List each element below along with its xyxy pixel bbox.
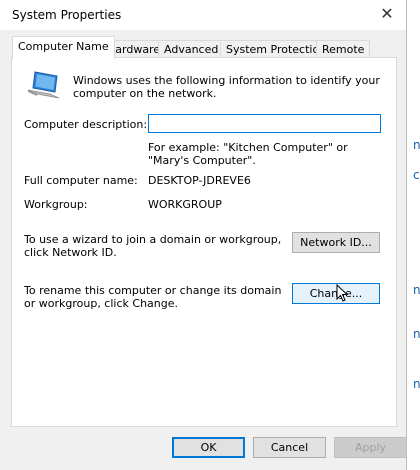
system-properties-window: System Properties ✕ Computer Name Hardwa… <box>0 0 407 470</box>
tab-label: Hardware <box>107 43 161 56</box>
tab-label: System Protection <box>226 43 327 56</box>
tab-computer-name[interactable]: Computer Name <box>12 36 115 59</box>
title-bar[interactable]: System Properties ✕ <box>0 0 406 30</box>
background-window-fragment: c <box>413 168 420 182</box>
tab-label: Advanced <box>164 43 219 56</box>
ok-button[interactable]: OK <box>172 437 245 458</box>
background-window-fragment: n <box>413 138 420 152</box>
background-window-fragment: n <box>413 283 420 297</box>
example-text: For example: "Kitchen Computer" or "Mary… <box>148 141 348 167</box>
computer-description-input[interactable] <box>148 114 381 133</box>
wizard-text: To use a wizard to join a domain or work… <box>24 233 282 259</box>
workgroup-value: WORKGROUP <box>148 198 222 211</box>
close-icon[interactable]: ✕ <box>378 4 396 23</box>
apply-button: Apply <box>334 437 407 458</box>
computer-description-label: Computer description: <box>24 118 148 131</box>
workgroup-label: Workgroup: <box>24 198 88 211</box>
rename-text: To rename this computer or change its do… <box>24 284 282 310</box>
window-title: System Properties <box>12 8 122 22</box>
full-computer-name-value: DESKTOP-JDREVE6 <box>148 174 251 187</box>
tab-label: Computer Name <box>18 40 109 53</box>
cancel-button[interactable]: Cancel <box>253 437 326 458</box>
computer-icon <box>27 71 60 99</box>
intro-text: Windows uses the following information t… <box>73 74 380 100</box>
mouse-pointer-icon <box>336 284 348 302</box>
full-computer-name-label: Full computer name: <box>24 174 138 187</box>
tab-label: Remote <box>322 43 365 56</box>
tab-advanced[interactable]: Advanced <box>158 40 225 58</box>
background-window-fragment: n <box>413 327 420 341</box>
tab-remote[interactable]: Remote <box>316 40 371 58</box>
network-id-button[interactable]: Network ID... <box>292 232 380 253</box>
background-window-fragment: n <box>413 377 420 391</box>
